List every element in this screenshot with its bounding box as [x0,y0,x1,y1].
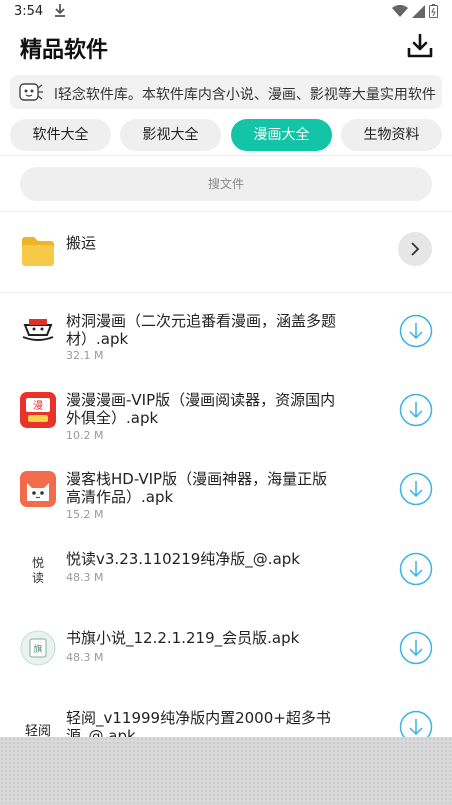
file-size: 48.3 M [66,571,104,584]
tab-biology[interactable]: 生物资料 [341,119,442,151]
file-size: 15.2 M [66,508,104,521]
svg-text:漫: 漫 [33,400,43,412]
download-notification-icon [55,4,65,17]
folder-row[interactable]: 搬运 [0,214,452,292]
file-row[interactable]: 漫客栈HD-VIP版（漫画神器，海量正版高清作品）.apk 15.2 M [0,452,452,531]
file-size: 10.2 M [66,429,104,442]
file-name: 漫客栈HD-VIP版（漫画神器，海量正版高清作品）.apk [66,470,328,506]
file-row[interactable]: 树洞漫画（二次元追番看漫画，涵盖多题材）.apk 32.1 M [0,293,452,372]
file-name: 书旗小说_12.2.1.219_会员版.apk [66,629,300,647]
svg-text:读: 读 [32,571,44,585]
svg-text:旗: 旗 [33,643,42,655]
signal-icon [412,4,425,18]
category-tabs: 软件大全 影视大全 漫画大全 生物资料 [0,119,452,151]
cat-icon [20,471,56,507]
file-row[interactable]: 旗 书旗小说_12.2.1.219_会员版.apk 48.3 M [0,610,452,689]
file-row[interactable]: 悦 读 悦读v3.23.110219纯净版_@.apk 48.3 M [0,531,452,610]
tab-manga[interactable]: 漫画大全 [231,119,332,151]
shuqi-icon: 旗 [20,630,56,666]
divider [0,155,452,156]
app-header: 精品软件 [0,24,452,70]
yuedu-icon: 悦 读 [20,551,56,587]
download-manager-icon[interactable] [406,32,434,60]
status-time: 3:54 [14,4,44,19]
download-icon[interactable] [399,393,433,427]
tab-video[interactable]: 影视大全 [120,119,221,151]
manman-manga-icon: 漫 [20,392,56,428]
page-title: 精品软件 [20,38,109,63]
svg-text:悦: 悦 [32,556,44,570]
file-name: 悦读v3.23.110219纯净版_@.apk [66,550,300,568]
status-bar: 3:54 [0,0,452,24]
file-row[interactable]: 漫 漫漫漫画-VIP版（漫画阅读器，资源国内外俱全）.apk 10.2 M [0,373,452,452]
file-name: 树洞漫画（二次元追番看漫画，涵盖多题材）.apk [66,312,337,348]
tab-software[interactable]: 软件大全 [10,119,111,151]
red-boat-icon [22,319,54,341]
battery-icon [429,4,438,18]
chevron-right-icon [411,242,420,256]
folder-label: 搬运 [66,234,97,252]
download-icon[interactable] [399,472,433,506]
notice-text: l轻念软件库。本软件库内含小说、漫画、影视等大量实用软件 [54,87,436,103]
download-icon[interactable] [399,552,433,586]
notice-banner[interactable]: l轻念软件库。本软件库内含小说、漫画、影视等大量实用软件 [10,75,442,109]
file-size: 32.1 M [66,349,104,362]
download-icon[interactable] [399,631,433,665]
bottom-overlay [0,737,452,805]
folder-open-button[interactable] [398,232,432,266]
file-size: 48.3 M [66,651,104,664]
folder-icon [22,237,54,266]
wifi-icon [392,4,408,17]
search-input[interactable] [20,167,432,201]
download-icon[interactable] [399,314,433,348]
status-indicators [392,4,438,18]
divider [0,211,452,212]
mascot-notice-icon [19,83,43,101]
file-name: 漫漫漫画-VIP版（漫画阅读器，资源国内外俱全）.apk [66,391,336,427]
